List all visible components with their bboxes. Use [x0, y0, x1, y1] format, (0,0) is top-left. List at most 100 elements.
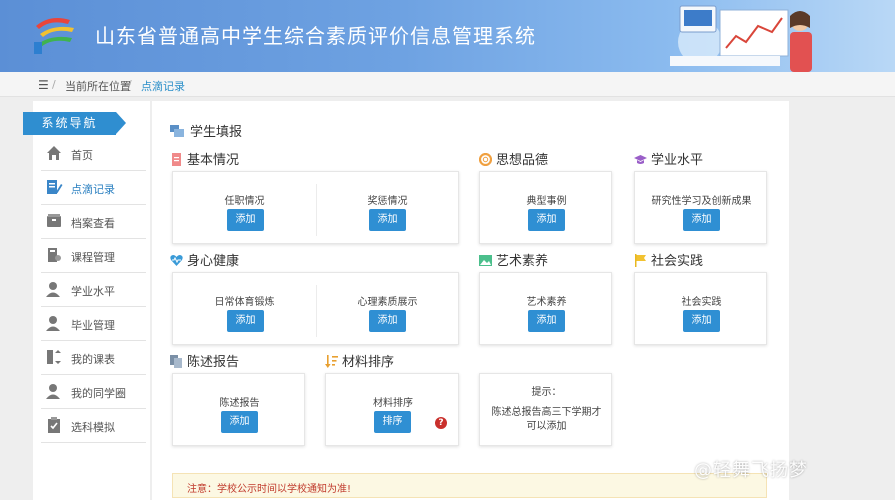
- copy-icon: [170, 355, 182, 368]
- card-cell: 陈述报告 添加: [173, 374, 306, 445]
- checklist-icon: [48, 417, 60, 433]
- sidebar-item-academic[interactable]: 学业水平: [41, 273, 146, 307]
- add-button[interactable]: 添加: [683, 310, 720, 332]
- user-icon: [46, 282, 60, 297]
- breadcrumb-separator: /: [128, 78, 132, 91]
- add-button[interactable]: 添加: [227, 209, 264, 231]
- card-cell: 奖惩情况 添加: [316, 172, 459, 243]
- card-art: 艺术素养 添加: [479, 272, 612, 345]
- watermark: @轻舞飞扬梦: [694, 460, 808, 481]
- card-social: 社会实践 添加: [634, 272, 767, 345]
- category-basic: 基本情况: [170, 149, 239, 168]
- add-button[interactable]: 添加: [227, 310, 264, 332]
- notice-text: 注意：学校公示时间以学校通知为准!: [187, 484, 352, 495]
- sidebar-item-label: 选科模拟: [71, 421, 115, 434]
- breadcrumb-current-page[interactable]: 点滴记录: [141, 78, 185, 94]
- sidebar-item-label: 点滴记录: [71, 183, 115, 196]
- schedule-icon: [47, 350, 61, 364]
- sidebar-item-label: 我的课表: [71, 353, 115, 366]
- card-academic: 研究性学习及创新成果 添加: [634, 171, 767, 244]
- home-icon: [47, 146, 61, 160]
- tip-line: 陈述总报告高三下学期才: [491, 407, 602, 418]
- item-label: 艺术素养: [526, 297, 567, 308]
- card-basic: 任职情况 添加 奖惩情况 添加: [172, 171, 459, 244]
- add-button[interactable]: 添加: [221, 411, 258, 433]
- sidebar: 系统导航 首页 点滴记录 档案查看 课程管理 学业水平 毕业管理 我的课表 我的…: [23, 101, 150, 500]
- archive-icon: [47, 214, 61, 227]
- sidebar-item-course[interactable]: 课程管理: [41, 239, 146, 273]
- add-button[interactable]: 添加: [528, 310, 565, 332]
- user-icon: [46, 384, 60, 399]
- graduation-cap-icon: [634, 155, 647, 164]
- header-illustration: [670, 5, 812, 72]
- add-button[interactable]: 添加: [528, 209, 565, 231]
- sidebar-nav: 首页 点滴记录 档案查看 课程管理 学业水平 毕业管理 我的课表 我的同学圈 选…: [33, 137, 146, 443]
- sidebar-item-archive[interactable]: 档案查看: [41, 205, 146, 239]
- main-content: 学生填报 基本情况 思想品德 学业水平 任职情况 添加 奖惩情况 添加 典型事例…: [152, 101, 789, 500]
- item-label: 社会实践: [681, 297, 722, 308]
- card-cell: 心理素质展示 添加: [316, 273, 459, 344]
- edit-icon: [47, 180, 63, 194]
- sidebar-item-subject-simulation[interactable]: 选科模拟: [41, 409, 146, 443]
- app-header: 山东省普通高中学生综合素质评价信息管理系统: [0, 0, 895, 72]
- logo-icon: [34, 18, 74, 54]
- sidebar-heading: 系统导航: [23, 112, 126, 135]
- sidebar-item-label: 课程管理: [71, 251, 115, 264]
- card-cell: 材料排序 排序 ?: [326, 374, 460, 445]
- sidebar-item-graduation[interactable]: 毕业管理: [41, 307, 146, 341]
- sidebar-item-label: 我的同学圈: [71, 387, 126, 400]
- breadcrumb: ☰ / 当前所在位置 / 点滴记录: [0, 72, 895, 97]
- section-title: 学生填报: [170, 121, 242, 140]
- add-button[interactable]: 添加: [369, 209, 406, 231]
- card-health: 日常体育锻炼 添加 心理素质展示 添加: [172, 272, 459, 345]
- card-cell: 日常体育锻炼 添加: [173, 273, 316, 344]
- item-label: 奖惩情况: [367, 196, 408, 207]
- image-icon: [479, 255, 492, 266]
- sidebar-item-home[interactable]: 首页: [41, 137, 146, 171]
- add-button[interactable]: 添加: [369, 310, 406, 332]
- item-label: 典型事例: [526, 196, 567, 207]
- app-title: 山东省普通高中学生综合素质评价信息管理系统: [95, 24, 536, 48]
- sidebar-item-label: 首页: [71, 149, 93, 162]
- item-label: 陈述报告: [219, 398, 260, 409]
- item-label: 任职情况: [224, 196, 265, 207]
- item-label: 研究性学习及创新成果: [651, 196, 752, 207]
- menu-icon[interactable]: ☰: [38, 78, 49, 92]
- sidebar-item-label: 毕业管理: [71, 319, 115, 332]
- item-label: 材料排序: [373, 398, 413, 409]
- tip-title: 提示：: [531, 387, 562, 398]
- card-cell: 任职情况 添加: [173, 172, 316, 243]
- card-cell: 研究性学习及创新成果 添加: [635, 172, 768, 243]
- lifebuoy-icon: [479, 153, 492, 166]
- card-cell: 社会实践 添加: [635, 273, 768, 344]
- flag-icon: [635, 254, 646, 267]
- category-moral: 思想品德: [479, 149, 548, 168]
- user-icon: [46, 316, 60, 331]
- sidebar-item-schedule[interactable]: 我的课表: [41, 341, 146, 375]
- category-academic: 学业水平: [634, 149, 703, 168]
- sidebar-item-label: 档案查看: [71, 217, 115, 230]
- sidebar-item-records[interactable]: 点滴记录: [41, 171, 146, 205]
- document-icon: [172, 153, 181, 166]
- item-label: 心理素质展示: [357, 297, 418, 308]
- notice-banner: 注意：学校公示时间以学校通知为准!: [172, 473, 767, 498]
- category-report: 陈述报告: [170, 351, 239, 370]
- category-social: 社会实践: [634, 250, 703, 269]
- sidebar-item-label: 学业水平: [71, 285, 115, 298]
- sidebar-item-classmates[interactable]: 我的同学圈: [41, 375, 146, 409]
- add-button[interactable]: 添加: [683, 209, 720, 231]
- item-label: 日常体育锻炼: [214, 297, 275, 308]
- card-moral: 典型事例 添加: [479, 171, 612, 244]
- heartbeat-icon: [170, 255, 183, 266]
- sort-button[interactable]: 排序: [374, 411, 411, 433]
- chat-icon: [170, 125, 184, 137]
- category-health: 身心健康: [170, 250, 239, 269]
- category-art: 艺术素养: [479, 250, 548, 269]
- card-cell: 典型事例 添加: [480, 172, 613, 243]
- card-sort: 材料排序 排序 ?: [325, 373, 459, 446]
- card-report: 陈述报告 添加: [172, 373, 305, 446]
- card-cell: 艺术素养 添加: [480, 273, 613, 344]
- help-icon[interactable]: ?: [435, 417, 447, 429]
- category-sort: 材料排序: [325, 351, 394, 370]
- course-icon: [48, 248, 61, 262]
